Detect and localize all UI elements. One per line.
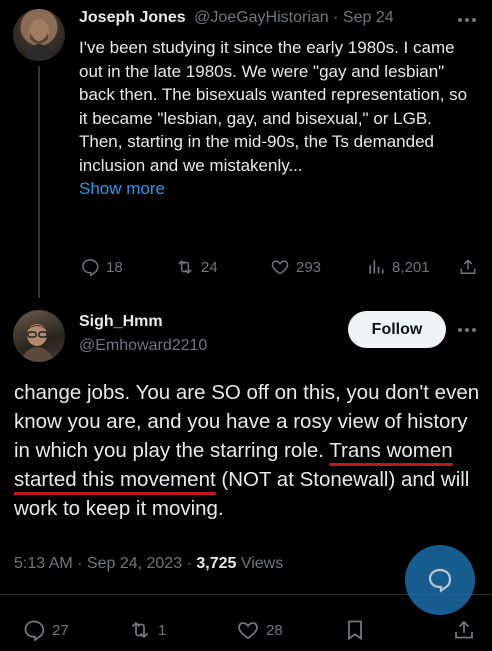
main-more-icon[interactable]	[456, 322, 478, 338]
floating-message-button[interactable]	[405, 545, 475, 615]
views-icon	[369, 260, 384, 274]
tweet-metadata: 5:13 AM · Sep 24, 2023 · 3,725 Views	[14, 555, 284, 572]
parent-author-row: Joseph Jones @JoeGayHistorian · Sep 24	[79, 9, 394, 27]
show-more-link[interactable]: Show more	[79, 179, 165, 198]
main-author-block: Sigh_Hmm @Emhoward2210	[79, 313, 207, 355]
parent-repost-count: 24	[201, 258, 218, 276]
main-repost-action[interactable]: 1	[128, 618, 166, 642]
parent-more-icon[interactable]	[456, 12, 478, 28]
main-repost-count: 1	[158, 621, 167, 639]
share-icon	[460, 259, 476, 274]
bookmark-action[interactable]	[343, 618, 367, 642]
like-icon	[271, 260, 289, 275]
like-icon	[238, 622, 258, 640]
parent-tweet-body: I've been studying it since the early 19…	[79, 38, 468, 175]
reply-icon	[82, 259, 99, 277]
main-tweet-text: change jobs. You are SO off on this, you…	[14, 378, 484, 523]
tweet-date[interactable]: Sep 24, 2023	[87, 555, 182, 572]
tweet-views-count: 3,725	[196, 555, 237, 572]
parent-reply-count: 18	[106, 258, 123, 276]
parent-author-avatar[interactable]	[13, 9, 65, 61]
main-author-avatar[interactable]	[13, 310, 65, 362]
repost-icon	[178, 260, 192, 274]
tweet-views-label: Views	[240, 555, 284, 572]
parent-like-action[interactable]: 293	[270, 257, 321, 277]
parent-author-handle[interactable]: @JoeGayHistorian	[194, 9, 329, 26]
parent-reply-action[interactable]: 18	[80, 257, 123, 277]
repost-icon	[131, 621, 149, 639]
parent-like-count: 293	[296, 258, 322, 276]
parent-repost-action[interactable]: 24	[175, 257, 218, 277]
follow-button[interactable]: Follow	[348, 311, 446, 348]
parent-date[interactable]: Sep 24	[343, 9, 394, 26]
tweet-time[interactable]: 5:13 AM	[14, 555, 73, 572]
main-reply-action[interactable]: 27	[22, 618, 69, 642]
parent-tweet-text: I've been studying it since the early 19…	[79, 36, 479, 201]
parent-views-count: 8,201	[392, 258, 430, 276]
main-like-action[interactable]: 28	[236, 618, 283, 642]
reply-icon	[24, 620, 45, 642]
compose-message-icon	[428, 568, 452, 593]
parent-views-action[interactable]: 8,201	[366, 257, 430, 277]
parent-separator: ·	[333, 9, 339, 26]
thread-connector-line	[38, 66, 40, 298]
bookmark-icon	[348, 620, 362, 641]
main-author-name[interactable]: Sigh_Hmm	[79, 313, 207, 331]
main-like-count: 28	[266, 621, 283, 639]
share-icon	[455, 620, 473, 639]
main-reply-count: 27	[52, 621, 69, 639]
parent-author-name[interactable]: Joseph Jones	[79, 9, 186, 26]
main-author-handle[interactable]: @Emhoward2210	[79, 337, 207, 355]
parent-share-action[interactable]	[458, 257, 478, 277]
main-share-action[interactable]	[452, 618, 476, 642]
